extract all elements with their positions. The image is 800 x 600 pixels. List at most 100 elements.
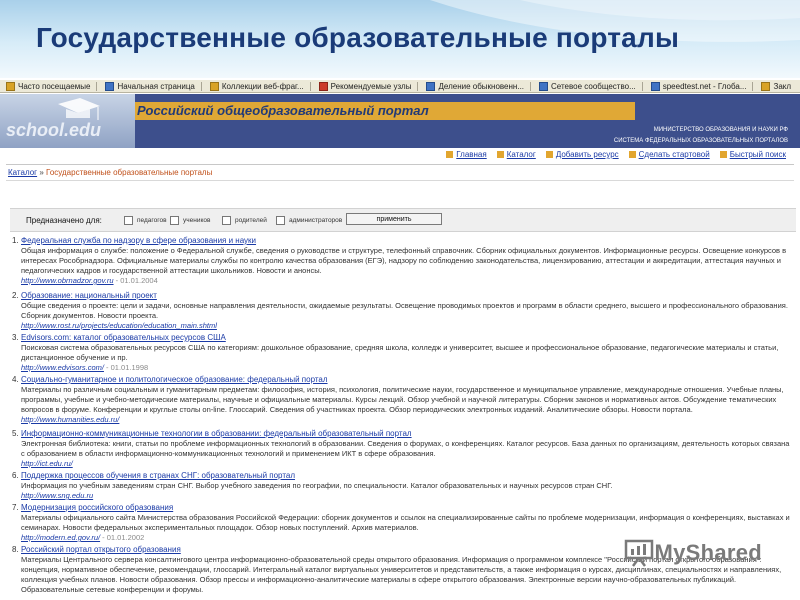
breadcrumb-catalog[interactable]: Каталог (8, 168, 37, 177)
folder-icon (6, 81, 15, 91)
item-url-link[interactable]: http://www.sng.edu.ru (21, 491, 93, 500)
item-url-link[interactable]: http://www.obrnadzor.gov.ru (21, 276, 114, 285)
folder-icon (209, 81, 219, 91)
breadcrumb-current: Государственные образовательные порталы (46, 168, 213, 177)
filter-option-admins[interactable]: администраторов (276, 216, 342, 225)
breadcrumb: Каталог » Государственные образовательны… (8, 168, 212, 177)
item-number: 7. (12, 503, 19, 512)
banner-logo-text: school.edu (6, 120, 102, 140)
item-title-link[interactable]: Образование: национальный проект (21, 291, 157, 300)
bookmark-label: Часто посещаемые (18, 81, 91, 91)
filter-option-teachers[interactable]: педагогов (124, 216, 167, 225)
item-description: Материалы официального сайта Министерств… (21, 513, 790, 532)
portal-name[interactable]: Российский общеобразовательный портал (137, 103, 429, 118)
nav-home[interactable]: Главная (446, 150, 487, 159)
item-description: Поисковая система образовательных ресурс… (21, 343, 779, 362)
bookmark-recommended[interactable]: Рекомендуемые узлы (318, 81, 412, 91)
checkbox[interactable] (124, 216, 133, 225)
slide-header: Государственные образовательные порталы (0, 0, 800, 78)
filter-option-label: родителей (235, 217, 267, 224)
nav-label: Быстрый поиск (729, 150, 786, 159)
item-description: Электронная библиотека: книги, статьи по… (21, 439, 790, 458)
bookmark-label: Деление обыкновенн... (438, 81, 525, 91)
item-title-link[interactable]: Социально-гуманитарное и политологическо… (21, 375, 328, 384)
item-url-link[interactable]: http://www.humanities.edu.ru/ (21, 415, 119, 424)
item-meta: http://www.rost.ru/projects/education/ed… (21, 321, 217, 330)
audience-filter: Предназначено для: педагогов учеников ро… (10, 208, 796, 232)
portal-banner: school.edu Российский общеобразовательны… (0, 94, 800, 148)
bookmark-frequent[interactable]: Часто посещаемые (6, 81, 91, 91)
checkbox[interactable] (222, 216, 231, 225)
divider (6, 164, 794, 165)
filter-option-label: администраторов (289, 217, 343, 224)
browser-screenshot: Часто посещаемые Начальная страница Колл… (0, 80, 800, 600)
page-icon (105, 81, 115, 91)
nav-quick-search[interactable]: Быстрый поиск (719, 150, 786, 159)
checkbox[interactable] (170, 216, 179, 225)
item-date: - 01.01.2002 (102, 533, 145, 542)
item-url-link[interactable]: http://www.edvisors.com/ (21, 363, 104, 372)
ministry-line: МИНИСТЕРСТВО ОБРАЗОВАНИЯ И НАУКИ РФ (653, 127, 788, 133)
item-description: Общие сведения о проекте: цели и задачи,… (21, 301, 788, 320)
bookmark-label: speedtest.net - Глоба... (662, 81, 747, 91)
nav-add-resource[interactable]: Добавить ресурс (545, 150, 619, 159)
divider (6, 180, 794, 181)
item-number: 6. (12, 471, 19, 480)
nav-catalog[interactable]: Каталог (496, 150, 536, 159)
item-number: 8. (12, 545, 19, 554)
bookmarks-toolbar: Часто посещаемые Начальная страница Колл… (0, 80, 800, 93)
catalog-icon (496, 151, 504, 158)
watermark-text: MyShared (654, 540, 762, 565)
item-number: 3. (12, 333, 19, 342)
item-url-link[interactable]: http://ict.edu.ru/ (21, 459, 73, 468)
toolbar-separator (96, 81, 98, 91)
presentation-board-icon (625, 539, 654, 567)
bookmark-division[interactable]: Деление обыкновенн... (426, 81, 525, 91)
item-number: 5. (12, 429, 19, 438)
bookmark-label: Коллекции веб-фраг... (221, 81, 304, 91)
item-number: 1. (12, 236, 19, 245)
page-icon (426, 81, 436, 91)
filter-option-label: педагогов (137, 217, 167, 224)
item-title-link[interactable]: Edvisors.com: каталог образовательных ре… (21, 333, 226, 342)
filter-option-students[interactable]: учеников (170, 216, 210, 225)
filter-label: Предназначено для: (26, 216, 102, 225)
item-url-link[interactable]: http://www.rost.ru/projects/education/ed… (21, 321, 217, 330)
ministry-line: СИСТЕМА ФЕДЕРАЛЬНЫХ ОБРАЗОВАТЕЛЬНЫХ ПОРТ… (613, 138, 788, 144)
bookmark-label: Начальная страница (117, 81, 195, 91)
ministry-caption: МИНИСТЕРСТВО ОБРАЗОВАНИЯ И НАУКИ РФ СИСТ… (614, 125, 788, 147)
item-description: Материалы по различным социальным и гума… (21, 385, 784, 414)
nav-label: Сделать стартовой (638, 150, 710, 159)
bookmark-more[interactable]: Закл (761, 81, 791, 91)
item-title-link[interactable]: Модернизация российского образования (21, 503, 173, 512)
item-title-link[interactable]: Поддержка процессов обучения в странах С… (21, 471, 295, 480)
item-meta: http://www.edvisors.com/ - 01.01.1998 (21, 363, 148, 372)
item-meta: http://ict.edu.ru/ (21, 459, 73, 468)
checkbox[interactable] (276, 216, 285, 225)
nav-label: Главная (456, 150, 487, 159)
item-url-link[interactable]: http://modern.ed.gov.ru/ (21, 533, 100, 542)
toolbar-separator (752, 81, 754, 91)
item-title-link[interactable]: Информационно-коммуникационные технологи… (21, 429, 412, 438)
myshared-watermark: MyShared (624, 538, 762, 568)
nav-label: Добавить ресурс (555, 150, 619, 159)
toolbar-separator (530, 81, 532, 91)
item-meta: http://www.sng.edu.ru (21, 491, 93, 500)
bookmark-community[interactable]: Сетевое сообщество... (539, 81, 636, 91)
bookmark-speedtest[interactable]: speedtest.net - Глоба... (650, 81, 747, 91)
nav-make-start[interactable]: Сделать стартовой (628, 150, 710, 159)
item-date: - 01.01.1998 (106, 363, 149, 372)
bookmark-label: Рекомендуемые узлы (330, 81, 412, 91)
apply-button[interactable]: применить (346, 213, 442, 225)
bookmark-webslices[interactable]: Коллекции веб-фраг... (209, 81, 304, 91)
house-icon (628, 151, 636, 158)
portal-navbar: Главная Каталог Добавить ресурс Сделать … (0, 150, 800, 162)
item-title-link[interactable]: Федеральная служба по надзору в сфере об… (21, 236, 256, 245)
filter-option-parents[interactable]: родителей (222, 216, 267, 225)
toolbar-separator (200, 81, 202, 91)
toolbar-separator (309, 81, 311, 91)
bookmark-home[interactable]: Начальная страница (105, 81, 195, 91)
item-title-link[interactable]: Российский портал открытого образования (21, 545, 181, 554)
item-meta: http://www.obrnadzor.gov.ru - 01.01.2004 (21, 276, 158, 285)
item-number: 2. (12, 291, 19, 300)
